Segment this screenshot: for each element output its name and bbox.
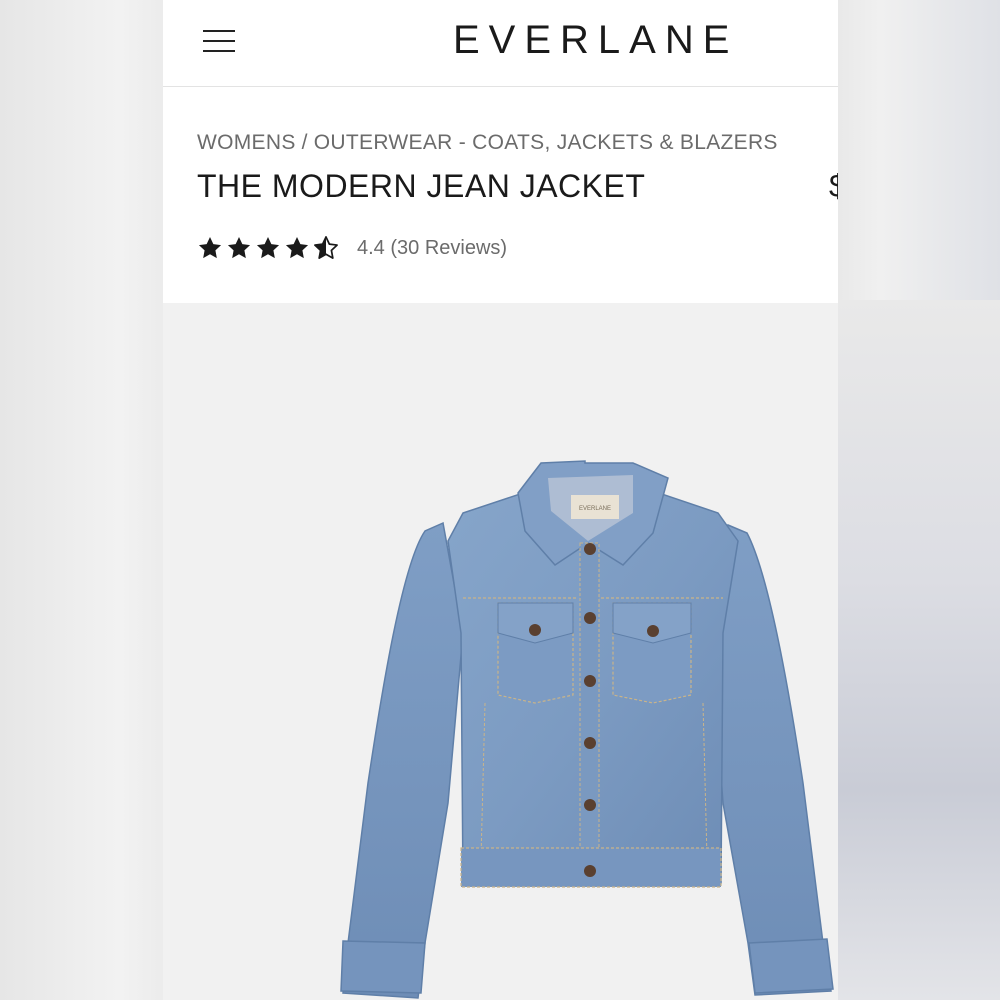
star-half-icon — [314, 236, 338, 259]
product-title: THE MODERN JEAN JACKET — [197, 168, 646, 204]
rating-summary[interactable]: 4.4 (30 Reviews) — [357, 237, 507, 260]
breadcrumb-item-outerwear[interactable]: OUTERWEAR - COATS, JACKETS & BLAZERS — [314, 131, 778, 154]
product-price-partial: $ — [829, 168, 838, 204]
denim-jacket-illustration: EVERLANE — [340, 460, 834, 999]
hamburger-menu-icon[interactable] — [199, 26, 239, 56]
rating-stars — [197, 235, 342, 261]
star-full-icon — [256, 236, 280, 259]
star-full-icon — [227, 236, 251, 259]
top-navigation-bar: EVERLANE — [163, 0, 838, 87]
breadcrumb-separator: / — [301, 131, 308, 154]
background-blur-right — [838, 300, 1000, 1000]
star-full-icon — [198, 236, 222, 259]
star-full-icon — [285, 236, 309, 259]
svg-text:EVERLANE: EVERLANE — [579, 506, 611, 512]
brand-logo[interactable]: EVERLANE — [453, 18, 738, 63]
breadcrumb-item-womens[interactable]: WOMENS — [197, 131, 296, 154]
phone-screen: EVERLANE WOMENS / OUTERWEAR - COATS, JACKE… — [163, 0, 838, 1000]
product-image[interactable]: EVERLANE — [163, 303, 838, 1000]
product-info-panel: WOMENS / OUTERWEAR - COATS, JACKETS & BLAZ… — [163, 87, 838, 303]
breadcrumb: WOMENS / OUTERWEAR - COATS, JACKETS & BLAZ… — [197, 131, 778, 155]
product-rating[interactable]: 4.4 (30 Reviews) — [197, 233, 507, 263]
